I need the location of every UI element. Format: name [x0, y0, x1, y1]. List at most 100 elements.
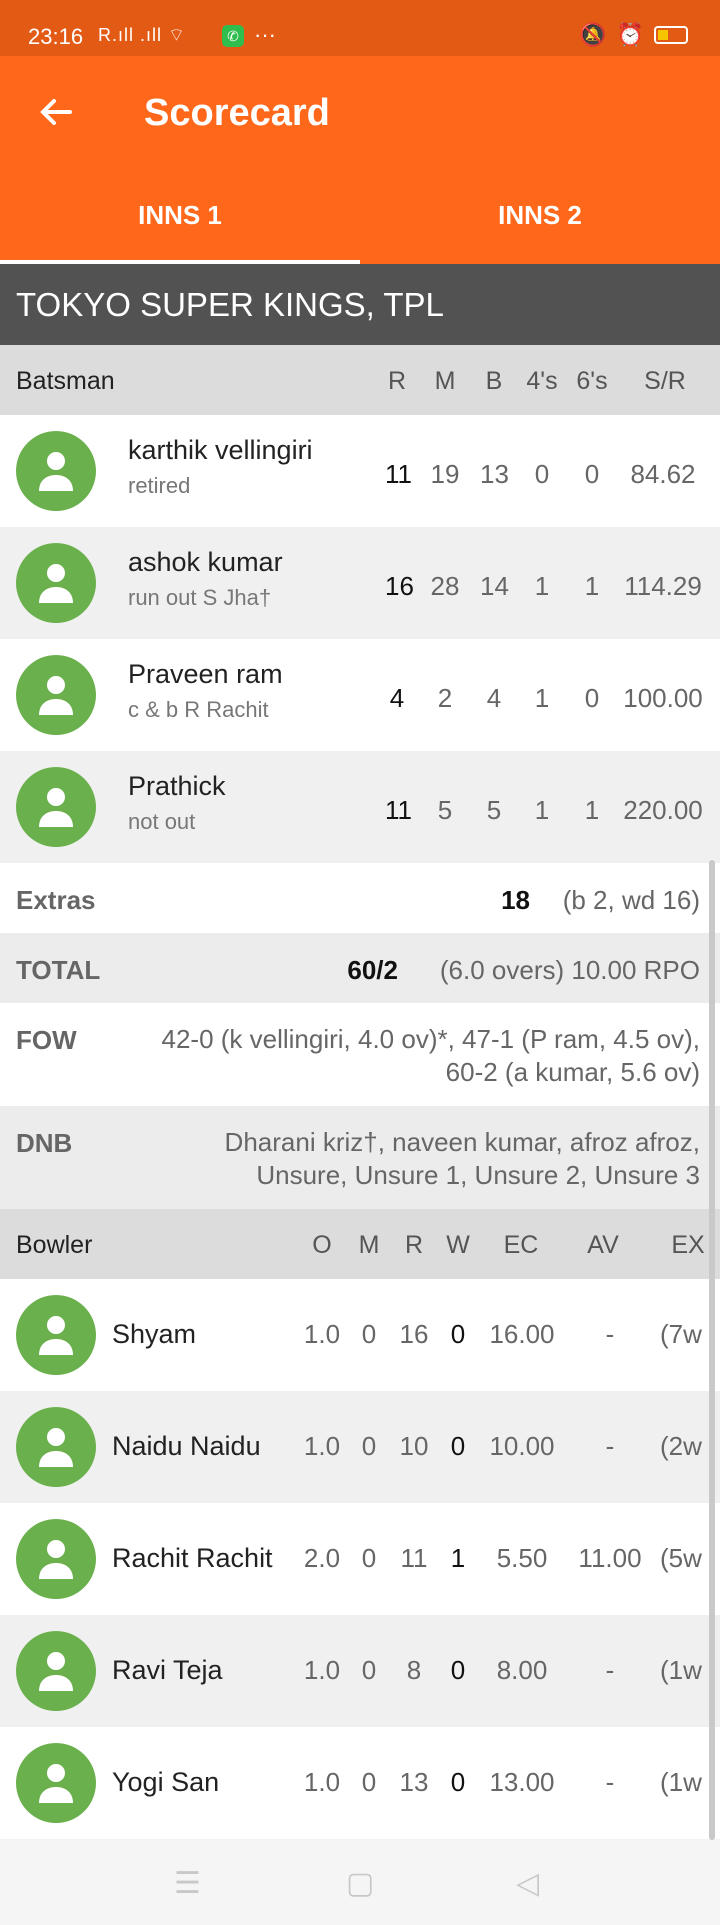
bowler-r: 16	[399, 1319, 429, 1349]
batsman-sixes: 0	[584, 459, 600, 489]
batsman-r: 4	[389, 683, 405, 713]
avatar	[16, 1743, 96, 1823]
home-icon[interactable]: ▢	[346, 1866, 374, 1901]
user-icon	[39, 676, 73, 715]
batsman-row[interactable]: Praveen ram c & b R Rachit 4 2 4 1 0 100.00	[0, 639, 720, 751]
bowler-o: 1.0	[303, 1767, 341, 1797]
bowler-m: 0	[361, 1543, 377, 1573]
fow-row: FOW 42-0 (k vellingiri, 4.0 ov)*, 47-1 (…	[0, 1003, 720, 1106]
dnb-line-1: Dharani kriz†, naveen kumar, afroz afroz…	[224, 1127, 700, 1157]
avatar	[16, 767, 96, 847]
user-icon	[39, 452, 73, 491]
bowler-m: 0	[361, 1767, 377, 1797]
mute-icon: 🔕	[579, 22, 607, 47]
bowler-ex: (1w	[660, 1767, 702, 1797]
extras-detail: (b 2, wd 16)	[562, 885, 700, 915]
bowler-r: 10	[399, 1431, 429, 1461]
bowler-av: -	[605, 1431, 615, 1461]
bowler-m: 0	[361, 1431, 377, 1461]
batsman-sixes: 0	[584, 683, 600, 713]
bowler-av: -	[605, 1655, 615, 1685]
col-runs: R	[404, 1231, 424, 1259]
battery-icon	[654, 26, 688, 44]
col-overs: O	[312, 1231, 332, 1259]
bowler-o: 1.0	[303, 1319, 341, 1349]
bowler-row[interactable]: Shyam 1.0 0 16 0 16.00 - (7w	[0, 1279, 720, 1391]
bowler-header-label: Bowler	[16, 1231, 93, 1259]
batsman-row[interactable]: karthik vellingiri retired 11 19 13 0 0 84.62	[0, 415, 720, 527]
batsman-name[interactable]: ashok kumar	[128, 547, 283, 578]
avatar	[16, 655, 96, 735]
batsman-sr: 114.29	[624, 571, 702, 601]
batsman-sr: 220.00	[623, 795, 703, 825]
bowler-row[interactable]: Rachit Rachit 2.0 0 11 1 5.50 11.00 (5w	[0, 1503, 720, 1615]
page-title: Scorecard	[144, 92, 330, 134]
user-icon	[39, 564, 73, 603]
back-button[interactable]	[36, 92, 76, 132]
col-b: B	[485, 367, 503, 395]
bowler-name[interactable]: Yogi San	[112, 1767, 219, 1798]
bowler-w: 0	[450, 1767, 466, 1797]
bowler-w: 1	[450, 1543, 466, 1573]
bowler-name[interactable]: Shyam	[112, 1319, 196, 1350]
bowler-w: 0	[450, 1319, 466, 1349]
bowler-ex: (2w	[660, 1431, 702, 1461]
batsman-name[interactable]: karthik vellingiri	[128, 435, 313, 466]
bowler-ec: 5.50	[496, 1543, 548, 1573]
bowler-name[interactable]: Ravi Teja	[112, 1655, 223, 1686]
batting-header: Batsman R M B 4's 6's S/R	[0, 345, 720, 415]
bowler-r: 8	[406, 1655, 422, 1685]
col-wickets: W	[446, 1231, 470, 1259]
dnb-line-2: Unsure, Unsure 1, Unsure 2, Unsure 3	[256, 1160, 700, 1190]
bowler-av: 11.00	[578, 1543, 642, 1573]
batsman-sr: 100.00	[623, 683, 703, 713]
batsman-row[interactable]: ashok kumar run out S Jha† 16 28 14 1 1 114.29	[0, 527, 720, 639]
bowler-ec: 13.00	[489, 1767, 555, 1797]
team-name: TOKYO SUPER KINGS, TPL	[0, 264, 720, 345]
avatar	[16, 1407, 96, 1487]
batsman-m: 28	[430, 571, 460, 601]
bowler-row[interactable]: Yogi San 1.0 0 13 0 13.00 - (1w	[0, 1727, 720, 1839]
col-fours: 4's	[526, 367, 558, 395]
bowler-ex: (5w	[660, 1543, 702, 1573]
batsman-sixes: 1	[584, 571, 600, 601]
dismissal-text: c & b R Rachit	[128, 697, 269, 722]
bowler-w: 0	[450, 1655, 466, 1685]
batsman-m: 19	[430, 459, 460, 489]
batsman-m: 5	[437, 795, 453, 825]
batsman-sixes: 1	[584, 795, 600, 825]
tab-inns-2[interactable]: INNS 2	[360, 200, 720, 231]
scrollbar[interactable]	[709, 860, 715, 1840]
bowler-name[interactable]: Rachit Rachit	[112, 1543, 273, 1574]
extras-row: Extras 18 (b 2, wd 16)	[0, 863, 720, 933]
batsman-name[interactable]: Praveen ram	[128, 659, 283, 690]
avatar	[16, 1631, 96, 1711]
back-nav-icon[interactable]: ◁	[516, 1866, 539, 1901]
dismissal-text: not out	[128, 809, 196, 834]
fow-value: 42-0 (k vellingiri, 4.0 ov)*, 47-1 (P ra…	[161, 1023, 700, 1089]
bowling-header: Bowler O M R W EC AV EX	[0, 1209, 720, 1279]
col-sixes: 6's	[576, 367, 608, 395]
bowler-av: -	[605, 1319, 615, 1349]
batsman-fours: 1	[534, 571, 550, 601]
bowler-m: 0	[361, 1655, 377, 1685]
batsman-header-label: Batsman	[16, 367, 115, 395]
batsman-b: 5	[486, 795, 502, 825]
batsman-name[interactable]: Prathick	[128, 771, 226, 802]
fow-line-1: 42-0 (k vellingiri, 4.0 ov)*, 47-1 (P ra…	[161, 1024, 700, 1054]
tab-inns-1[interactable]: INNS 1	[0, 200, 360, 231]
dnb-value: Dharani kriz†, naveen kumar, afroz afroz…	[225, 1126, 700, 1192]
batsman-row[interactable]: Prathick not out 11 5 5 1 1 220.00	[0, 751, 720, 863]
batsman-fours: 0	[534, 459, 550, 489]
dismissal-text: retired	[128, 473, 191, 498]
bowler-row[interactable]: Naidu Naidu 1.0 0 10 0 10.00 - (2w	[0, 1391, 720, 1503]
status-time: 23:16	[28, 24, 84, 49]
user-icon	[39, 1540, 73, 1579]
bowler-row[interactable]: Ravi Teja 1.0 0 8 0 8.00 - (1w	[0, 1615, 720, 1727]
total-row: TOTAL 60/2 (6.0 overs) 10.00 RPO	[0, 933, 720, 1003]
user-icon	[39, 788, 73, 827]
bowler-name[interactable]: Naidu Naidu	[112, 1431, 261, 1462]
batsman-m: 2	[437, 683, 453, 713]
batsman-b: 4	[486, 683, 502, 713]
menu-icon[interactable]: ☰	[174, 1866, 201, 1901]
